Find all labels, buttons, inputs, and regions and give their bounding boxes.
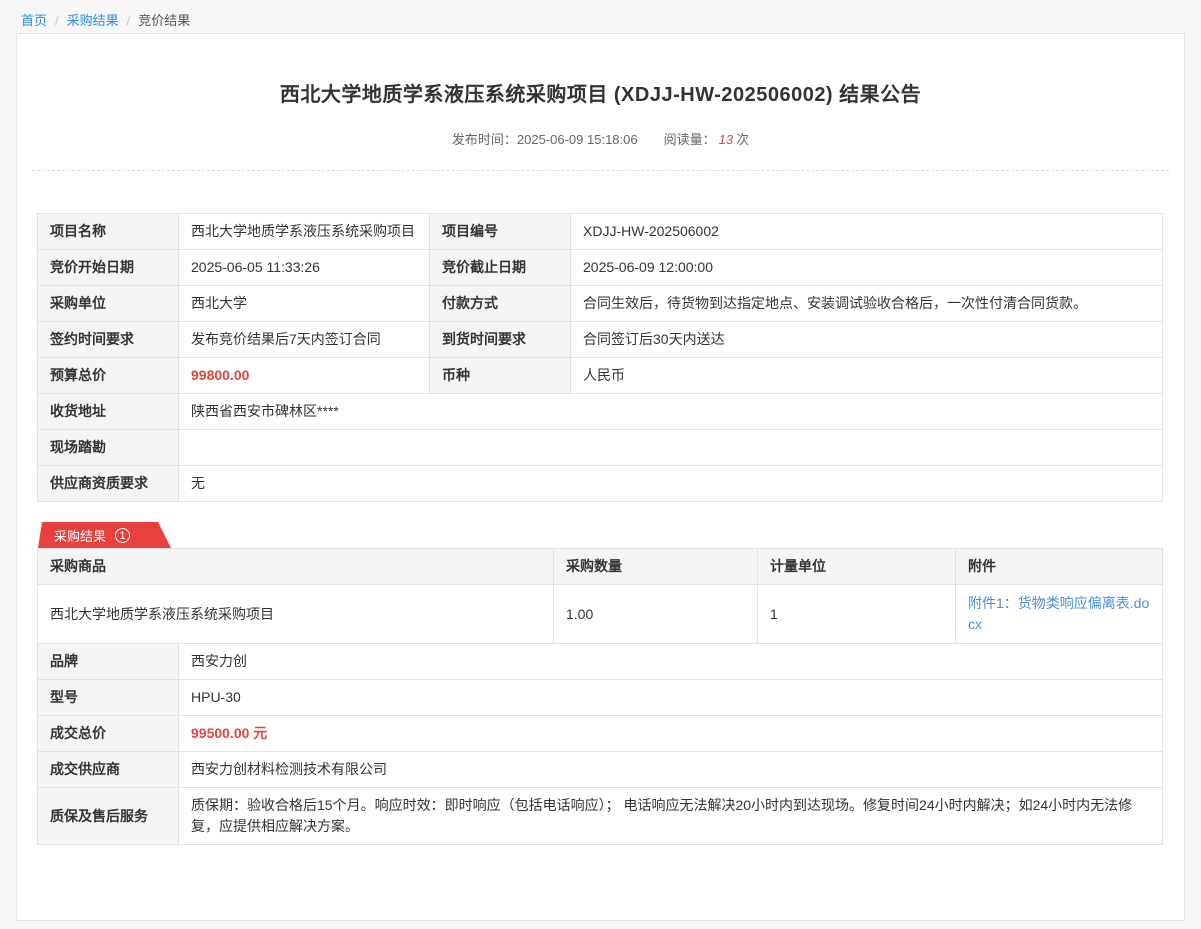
breadcrumb: 首页 / 采购结果 / 竞价结果 bbox=[0, 0, 1201, 33]
read-count-value: 13 bbox=[719, 132, 733, 147]
payment-method-label: 付款方式 bbox=[430, 286, 571, 322]
purchasing-unit-label: 采购单位 bbox=[38, 286, 179, 322]
badge-number: 1 bbox=[115, 528, 130, 543]
signing-time-label: 签约时间要求 bbox=[38, 322, 179, 358]
table-row: 成交供应商 西安力创材料检测技术有限公司 bbox=[38, 752, 1163, 788]
product-quantity-cell: 1.00 bbox=[554, 585, 758, 644]
breadcrumb-separator: / bbox=[55, 13, 59, 28]
table-row: 型号 HPU-30 bbox=[38, 680, 1163, 716]
payment-method-value: 合同生效后，待货物到达指定地点、安装调试验收合格后，一次性付清合同货款。 bbox=[571, 286, 1163, 322]
currency-label: 币种 bbox=[430, 358, 571, 394]
model-value: HPU-30 bbox=[179, 680, 1163, 716]
breadcrumb-procurement-results-link[interactable]: 采购结果 bbox=[67, 13, 119, 28]
breadcrumb-separator: / bbox=[127, 13, 131, 28]
bid-end-date-value: 2025-06-09 12:00:00 bbox=[571, 250, 1163, 286]
bid-start-date-value: 2025-06-05 11:33:26 bbox=[179, 250, 430, 286]
delivery-address-label: 收货地址 bbox=[38, 394, 179, 430]
breadcrumb-current-page: 竞价结果 bbox=[138, 13, 190, 28]
table-row: 供应商资质要求 无 bbox=[38, 466, 1163, 502]
table-row: 竞价开始日期 2025-06-05 11:33:26 竞价截止日期 2025-0… bbox=[38, 250, 1163, 286]
dashed-divider bbox=[32, 170, 1169, 171]
signing-time-value: 发布竞价结果后7天内签订合同 bbox=[179, 322, 430, 358]
site-survey-value bbox=[179, 430, 1163, 466]
model-label: 型号 bbox=[38, 680, 179, 716]
supplier-qualification-value: 无 bbox=[179, 466, 1163, 502]
publish-time-label: 发布时间： bbox=[452, 132, 517, 147]
delivery-address-value: 陕西省西安市碑林区**** bbox=[179, 394, 1163, 430]
project-info-table: 项目名称 西北大学地质学系液压系统采购项目 项目编号 XDJJ-HW-20250… bbox=[37, 213, 1163, 502]
table-row: 收货地址 陕西省西安市碑林区**** bbox=[38, 394, 1163, 430]
winning-supplier-label: 成交供应商 bbox=[38, 752, 179, 788]
bid-start-date-label: 竞价开始日期 bbox=[38, 250, 179, 286]
project-name-value: 西北大学地质学系液压系统采购项目 bbox=[179, 214, 430, 250]
table-row: 预算总价 99800.00 币种 人民币 bbox=[38, 358, 1163, 394]
brand-value: 西安力创 bbox=[179, 644, 1163, 680]
site-survey-label: 现场踏勘 bbox=[38, 430, 179, 466]
delivery-time-value: 合同签订后30天内送达 bbox=[571, 322, 1163, 358]
product-unit-cell: 1 bbox=[758, 585, 956, 644]
budget-total-value: 99800.00 bbox=[179, 358, 430, 394]
purchasing-unit-value: 西北大学 bbox=[179, 286, 430, 322]
read-count-label: 阅读量： bbox=[664, 132, 716, 147]
product-table: 采购商品 采购数量 计量单位 附件 西北大学地质学系液压系统采购项目 1.00 … bbox=[37, 548, 1163, 644]
project-name-label: 项目名称 bbox=[38, 214, 179, 250]
project-number-label: 项目编号 bbox=[430, 214, 571, 250]
winning-supplier-value: 西安力创材料检测技术有限公司 bbox=[179, 752, 1163, 788]
publish-time-value: 2025-06-09 15:18:06 bbox=[517, 132, 638, 147]
project-number-value: XDJJ-HW-202506002 bbox=[571, 214, 1163, 250]
product-name-cell: 西北大学地质学系液压系统采购项目 bbox=[38, 585, 554, 644]
supplier-qualification-label: 供应商资质要求 bbox=[38, 466, 179, 502]
table-row: 品牌 西安力创 bbox=[38, 644, 1163, 680]
table-row: 现场踏勘 bbox=[38, 430, 1163, 466]
table-header-row: 采购商品 采购数量 计量单位 附件 bbox=[38, 549, 1163, 585]
breadcrumb-home-link[interactable]: 首页 bbox=[21, 13, 47, 28]
deal-total-price-label: 成交总价 bbox=[38, 716, 179, 752]
badge-label: 采购结果 bbox=[54, 526, 106, 545]
attachment-link[interactable]: 附件1：货物类响应偏离表.docx bbox=[968, 595, 1149, 632]
announcement-card: 西北大学地质学系液压系统采购项目 (XDJJ-HW-202506002) 结果公… bbox=[16, 33, 1185, 921]
result-detail-table: 品牌 西安力创 型号 HPU-30 成交总价 99500.00 元 成交供应商 … bbox=[37, 643, 1163, 845]
budget-total-label: 预算总价 bbox=[38, 358, 179, 394]
table-row: 成交总价 99500.00 元 bbox=[38, 716, 1163, 752]
table-row: 采购单位 西北大学 付款方式 合同生效后，待货物到达指定地点、安装调试验收合格后… bbox=[38, 286, 1163, 322]
delivery-time-label: 到货时间要求 bbox=[430, 322, 571, 358]
read-count-unit: 次 bbox=[736, 132, 749, 147]
table-row: 签约时间要求 发布竞价结果后7天内签订合同 到货时间要求 合同签订后30天内送达 bbox=[38, 322, 1163, 358]
currency-value: 人民币 bbox=[571, 358, 1163, 394]
warranty-service-label: 质保及售后服务 bbox=[38, 788, 179, 845]
deal-total-price-value: 99500.00 元 bbox=[179, 716, 1163, 752]
announcement-meta: 发布时间：2025-06-09 15:18:06 阅读量：13次 bbox=[17, 129, 1184, 148]
warranty-service-value: 质保期：验收合格后15个月。响应时效：即时响应（包括电话响应）； 电话响应无法解… bbox=[179, 788, 1163, 845]
product-column-header: 采购商品 bbox=[38, 549, 554, 585]
page-title: 西北大学地质学系液压系统采购项目 (XDJJ-HW-202506002) 结果公… bbox=[17, 34, 1184, 107]
procurement-result-badge: 采购结果 1 bbox=[38, 522, 171, 548]
unit-column-header: 计量单位 bbox=[758, 549, 956, 585]
brand-label: 品牌 bbox=[38, 644, 179, 680]
attachment-cell: 附件1：货物类响应偏离表.docx bbox=[956, 585, 1163, 644]
table-row: 西北大学地质学系液压系统采购项目 1.00 1 附件1：货物类响应偏离表.doc… bbox=[38, 585, 1163, 644]
bid-end-date-label: 竞价截止日期 bbox=[430, 250, 571, 286]
quantity-column-header: 采购数量 bbox=[554, 549, 758, 585]
table-row: 质保及售后服务 质保期：验收合格后15个月。响应时效：即时响应（包括电话响应）；… bbox=[38, 788, 1163, 845]
table-row: 项目名称 西北大学地质学系液压系统采购项目 项目编号 XDJJ-HW-20250… bbox=[38, 214, 1163, 250]
attachment-column-header: 附件 bbox=[956, 549, 1163, 585]
